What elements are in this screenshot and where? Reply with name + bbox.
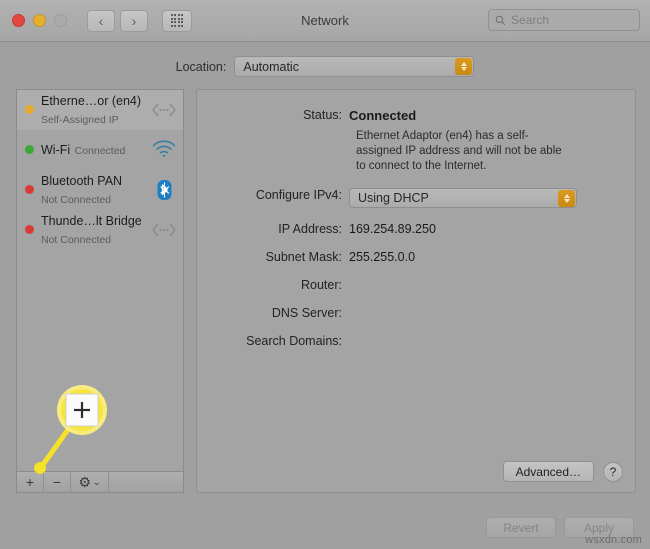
revert-button[interactable]: Revert bbox=[486, 517, 556, 538]
search-field[interactable] bbox=[488, 9, 640, 31]
dns-server-value bbox=[349, 306, 621, 320]
watermark: wsxdn.com bbox=[585, 534, 642, 546]
subnet-mask-label: Subnet Mask: bbox=[265, 250, 342, 264]
minimize-button[interactable] bbox=[33, 14, 46, 27]
sidebar-item-thunderbolt-bridge[interactable]: Thunde…lt Bridge Not Connected bbox=[17, 210, 183, 250]
chevron-down-icon: ⌄ bbox=[93, 476, 101, 487]
status-value: Connected bbox=[349, 108, 417, 123]
search-input[interactable] bbox=[511, 13, 631, 27]
ip-address-row: IP Address: 169.254.89.250 bbox=[197, 222, 621, 236]
add-service-button[interactable]: + bbox=[17, 472, 44, 492]
service-name: Thunde…lt Bridge bbox=[41, 213, 142, 228]
search-icon bbox=[495, 15, 506, 25]
service-text: Thunde…lt Bridge Not Connected bbox=[41, 212, 144, 248]
bluetooth-icon bbox=[151, 179, 177, 201]
revert-button-label: Revert bbox=[503, 520, 539, 535]
network-preferences-window: ‹ › Network Location: Aut bbox=[0, 0, 650, 549]
zoom-button[interactable] bbox=[54, 14, 67, 27]
configure-ipv4-value: Using DHCP bbox=[358, 191, 429, 205]
router-label: Router: bbox=[301, 278, 342, 292]
advanced-row: Advanced… ? bbox=[502, 461, 623, 482]
remove-service-button[interactable]: − bbox=[44, 472, 71, 492]
location-popup-button[interactable]: Automatic bbox=[234, 56, 475, 77]
minus-icon: − bbox=[52, 474, 62, 490]
apply-button-label: Apply bbox=[583, 520, 615, 535]
configure-ipv4-stepper-icon[interactable] bbox=[558, 190, 575, 207]
service-status: Self-Assigned IP bbox=[41, 113, 119, 126]
service-list[interactable]: Etherne…or (en4) Self-Assigned IP Wi-Fi … bbox=[16, 89, 184, 471]
service-sidebar: Etherne…or (en4) Self-Assigned IP Wi-Fi … bbox=[16, 89, 184, 493]
status-help-text: Ethernet Adaptor (en4) has a self-assign… bbox=[356, 130, 562, 172]
close-button[interactable] bbox=[12, 14, 25, 27]
service-text: Wi-Fi Connected bbox=[41, 141, 144, 159]
ethernet-icon bbox=[151, 99, 177, 121]
navigation-buttons: ‹ › bbox=[87, 9, 148, 32]
configure-ipv4-value-wrap: Using DHCP bbox=[349, 188, 621, 208]
dns-server-label: DNS Server: bbox=[271, 306, 342, 320]
preferences-body: Etherne…or (en4) Self-Assigned IP Wi-Fi … bbox=[0, 89, 650, 493]
service-name: Etherne…or (en4) bbox=[41, 93, 142, 108]
toolbar-filler bbox=[109, 472, 183, 492]
traffic-light-group bbox=[12, 14, 67, 27]
subnet-mask-row: Subnet Mask: 255.255.0.0 bbox=[197, 250, 621, 264]
service-name: Bluetooth PAN bbox=[41, 173, 123, 188]
service-status: Not Connected bbox=[41, 193, 112, 206]
router-row: Router: bbox=[197, 278, 621, 292]
service-text: Etherne…or (en4) Self-Assigned IP bbox=[41, 92, 144, 128]
ip-address-label: IP Address: bbox=[278, 222, 342, 236]
plus-icon: + bbox=[25, 474, 35, 490]
service-list-toolbar: + − ⚙ ⌄ bbox=[16, 471, 184, 493]
configure-ipv4-popup-button[interactable]: Using DHCP bbox=[349, 188, 577, 208]
sidebar-item-wifi[interactable]: Wi-Fi Connected bbox=[17, 130, 183, 170]
advanced-button-label: Advanced… bbox=[515, 464, 581, 479]
router-value bbox=[349, 278, 621, 292]
location-stepper-icon[interactable] bbox=[455, 58, 473, 75]
status-row: Status: Connected bbox=[197, 108, 621, 123]
subnet-mask-value: 255.255.0.0 bbox=[349, 250, 416, 264]
dns-server-row: DNS Server: bbox=[197, 306, 621, 320]
status-dot-red bbox=[25, 185, 34, 194]
service-status: Not Connected bbox=[41, 233, 112, 246]
advanced-button[interactable]: Advanced… bbox=[502, 461, 594, 482]
location-row: Location: Automatic bbox=[0, 42, 650, 89]
help-button[interactable]: ? bbox=[603, 461, 623, 482]
configure-ipv4-row: Configure IPv4: Using DHCP bbox=[197, 188, 621, 208]
forward-button[interactable]: › bbox=[120, 9, 148, 32]
search-domains-value bbox=[349, 334, 621, 348]
service-text: Bluetooth PAN Not Connected bbox=[41, 172, 144, 208]
status-label: Status: bbox=[303, 108, 342, 122]
window-titlebar: ‹ › Network bbox=[0, 0, 650, 42]
gear-icon: ⚙ bbox=[78, 474, 91, 490]
question-mark-icon: ? bbox=[609, 464, 617, 479]
sidebar-item-bluetooth-pan[interactable]: Bluetooth PAN Not Connected bbox=[17, 170, 183, 210]
status-dot-yellow bbox=[25, 105, 34, 114]
chevron-right-icon: › bbox=[131, 12, 137, 29]
back-button[interactable]: ‹ bbox=[87, 9, 115, 32]
sidebar-item-ethernet[interactable]: Etherne…or (en4) Self-Assigned IP bbox=[17, 90, 183, 130]
wifi-icon bbox=[151, 139, 177, 161]
location-value: Automatic bbox=[243, 59, 299, 74]
search-domains-row: Search Domains: bbox=[197, 334, 621, 348]
ip-address-value: 169.254.89.250 bbox=[349, 222, 436, 236]
show-all-button[interactable] bbox=[162, 9, 192, 32]
chevron-left-icon: ‹ bbox=[98, 12, 104, 29]
search-domains-label: Search Domains: bbox=[246, 334, 342, 348]
location-label: Location: bbox=[175, 59, 227, 74]
configure-ipv4-label: Configure IPv4: bbox=[255, 188, 342, 202]
service-name: Wi-Fi bbox=[41, 142, 71, 157]
service-detail-pane: Status: Connected Ethernet Adaptor (en4)… bbox=[196, 89, 636, 493]
status-dot-green bbox=[25, 145, 34, 154]
show-all-grid-icon bbox=[170, 14, 184, 27]
service-status: Connected bbox=[74, 144, 126, 157]
service-actions-button[interactable]: ⚙ ⌄ bbox=[71, 472, 109, 492]
ethernet-icon bbox=[151, 219, 177, 241]
status-dot-red bbox=[25, 225, 34, 234]
